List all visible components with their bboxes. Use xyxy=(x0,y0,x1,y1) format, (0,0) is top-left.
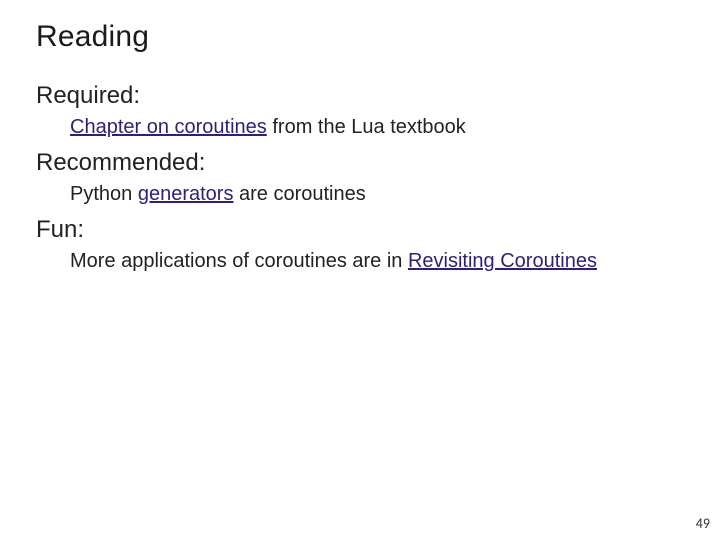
fun-link[interactable]: Revisiting Coroutines xyxy=(408,250,597,272)
slide-title: Reading xyxy=(0,20,720,54)
recommended-item: Python generators are coroutines xyxy=(0,183,720,206)
required-text-rest: from the Lua textbook xyxy=(267,116,466,138)
section-fun-heading: Fun: xyxy=(0,216,720,244)
page-number: 49 xyxy=(696,515,710,532)
slide: Reading Required: Chapter on coroutines … xyxy=(0,0,720,540)
required-item: Chapter on coroutines from the Lua textb… xyxy=(0,116,720,139)
fun-text-pre: More applications of coroutines are in xyxy=(70,250,408,272)
fun-item: More applications of coroutines are in R… xyxy=(0,250,720,273)
recommended-link[interactable]: generators xyxy=(138,183,234,205)
section-recommended-heading: Recommended: xyxy=(0,149,720,177)
required-link[interactable]: Chapter on coroutines xyxy=(70,116,267,138)
recommended-text-pre: Python xyxy=(70,183,138,205)
recommended-text-rest: are coroutines xyxy=(233,183,365,205)
section-required-heading: Required: xyxy=(0,82,720,110)
